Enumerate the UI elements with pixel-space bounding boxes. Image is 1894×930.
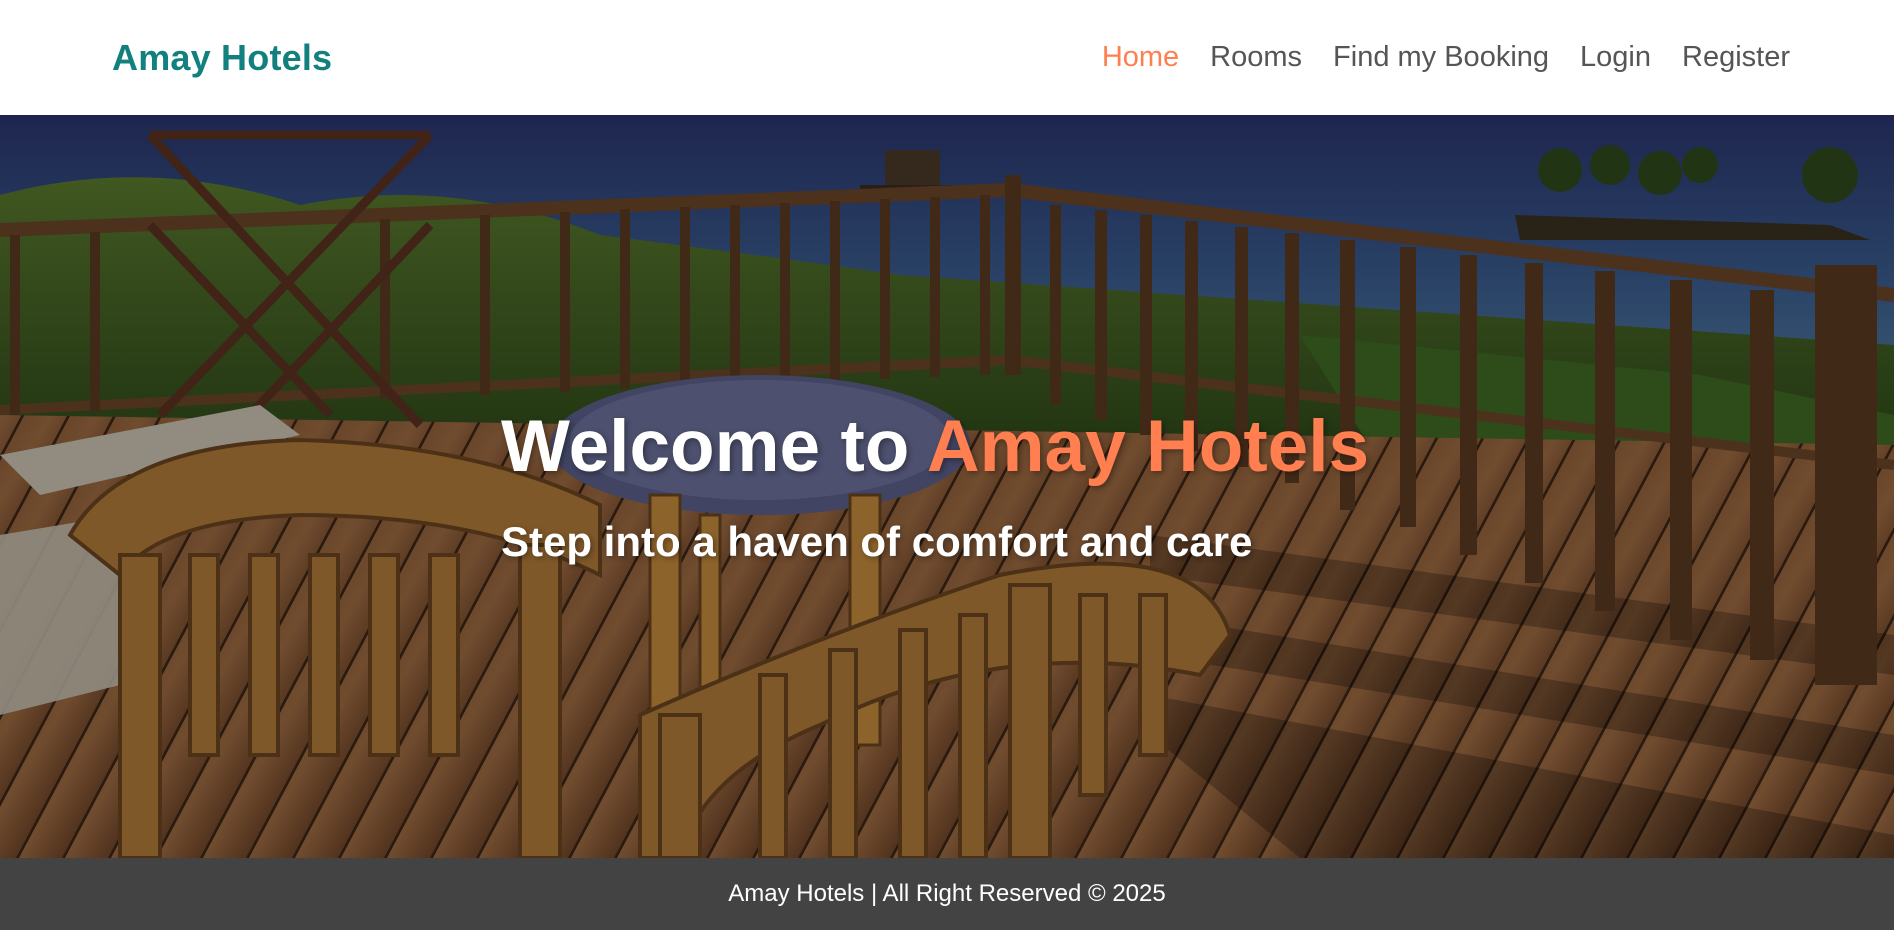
- nav-rooms-link[interactable]: Rooms: [1210, 41, 1302, 74]
- navbar: Amay Hotels Home Rooms Find my Booking L…: [0, 0, 1894, 115]
- nav-login-link[interactable]: Login: [1580, 41, 1651, 74]
- hero-title-prefix: Welcome to: [501, 406, 910, 487]
- nav-find-booking-link[interactable]: Find my Booking: [1333, 41, 1549, 74]
- hero-section: Welcome to Amay Hotels Step into a haven…: [0, 115, 1894, 858]
- brand-logo-link[interactable]: Amay Hotels: [112, 37, 332, 79]
- footer-copyright: Amay Hotels | All Right Reserved © 2025: [728, 880, 1166, 907]
- nav-links: Home Rooms Find my Booking Login Registe…: [1102, 41, 1790, 74]
- hero-text: Welcome to Amay Hotels Step into a haven…: [501, 410, 1369, 563]
- hero-title: Welcome to Amay Hotels: [501, 410, 1369, 483]
- nav-home-link[interactable]: Home: [1102, 41, 1179, 74]
- footer: Amay Hotels | All Right Reserved © 2025: [0, 858, 1894, 930]
- hero-subtitle: Step into a haven of comfort and care: [501, 518, 1253, 565]
- hero-title-accent: Amay Hotels: [926, 406, 1370, 487]
- nav-register-link[interactable]: Register: [1682, 41, 1790, 74]
